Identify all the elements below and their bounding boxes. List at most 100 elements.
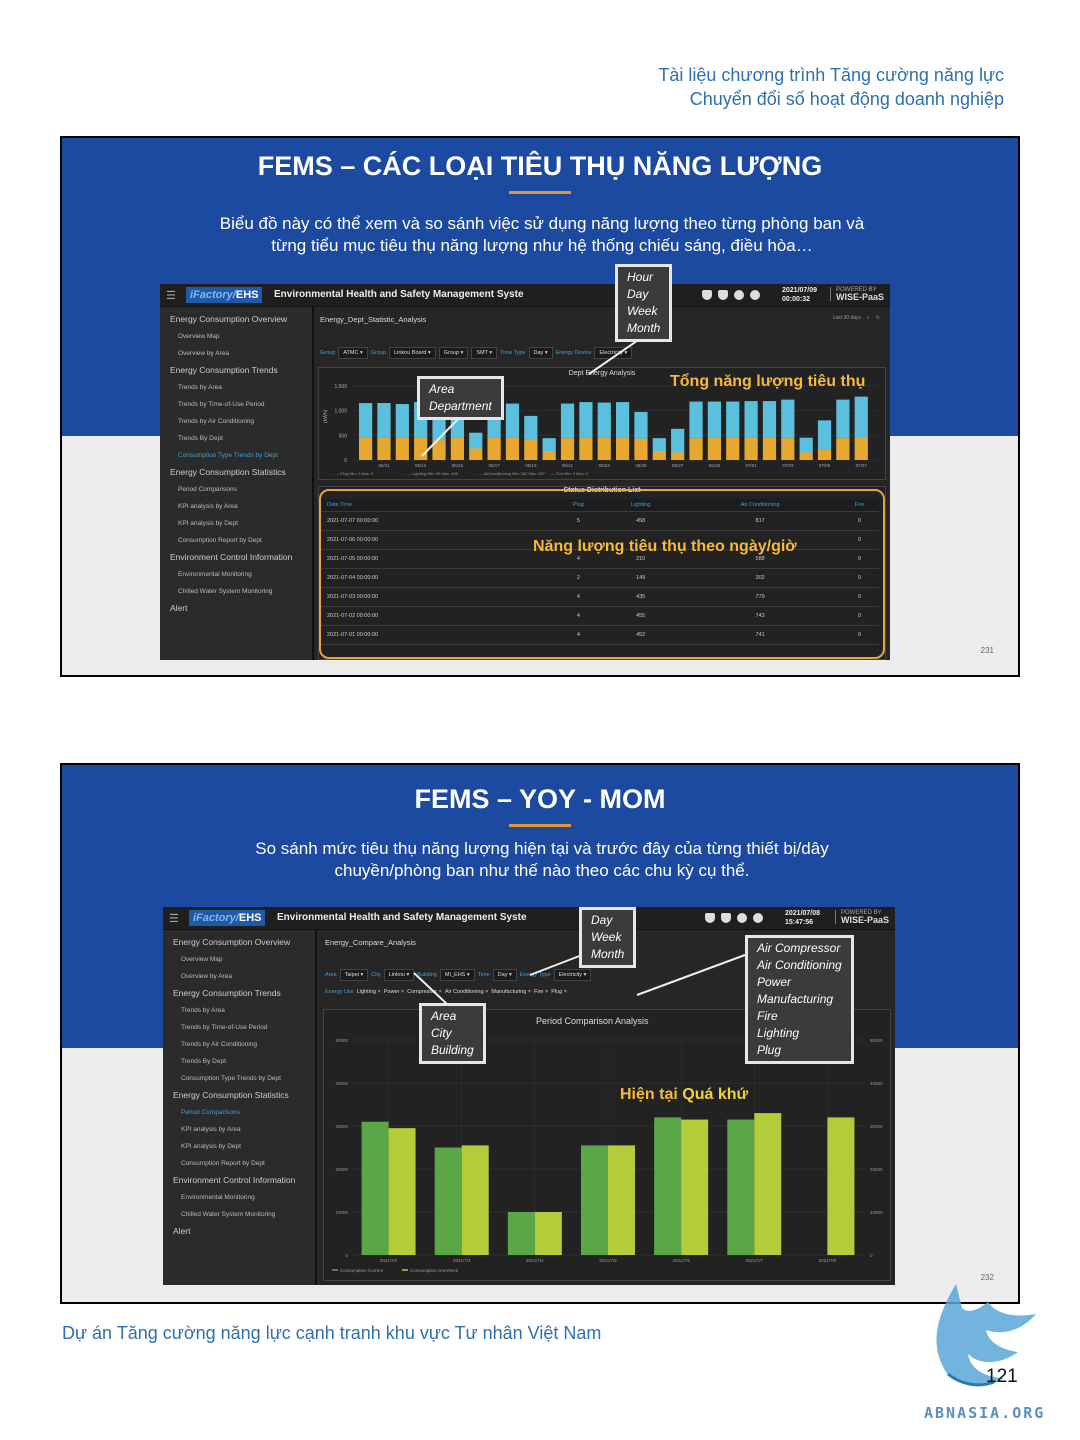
sidebar-item[interactable]: Consumption Report by Dept [163, 1155, 315, 1172]
sidebar-group[interactable]: Alert [163, 1223, 315, 1240]
sidebar-item[interactable]: Trends By Dept [160, 430, 312, 447]
desc-line-1: Biểu đồ này có thể xem và so sánh việc s… [219, 214, 865, 233]
sidebar-item[interactable]: Trends by Time-of-Use Period [160, 396, 312, 413]
menu-icon[interactable]: ☰ [166, 289, 176, 302]
filter-dropdown[interactable]: SMT ▾ [471, 347, 498, 359]
sidebar-item[interactable]: KPI analysis by Dept [160, 515, 312, 532]
energy-use-tag[interactable]: Fire × [534, 989, 548, 995]
energy-use-tag[interactable]: Power × [384, 989, 404, 995]
energy-use-tag[interactable]: Lighting × [357, 989, 381, 995]
sidebar-item[interactable]: Period Comparisons [160, 481, 312, 498]
sidebar-item[interactable]: Overview by Area [160, 345, 312, 362]
label-past: Quá khứ [682, 1086, 749, 1103]
sidebar-group[interactable]: Environment Control Information [160, 549, 312, 566]
header-line-1: Tài liệu chương trình Tăng cường năng lự… [658, 65, 1004, 85]
sidebar-item[interactable]: KPI analysis by Area [160, 498, 312, 515]
app-topbar: ☰ iFactory/EHS Environmental Health and … [160, 284, 890, 307]
slide-description: Biểu đồ này có thể xem và so sánh việc s… [102, 213, 982, 257]
sidebar-item[interactable]: Trends by Area [163, 1002, 315, 1019]
sidebar-item[interactable]: Trends by Area [160, 379, 312, 396]
sidebar-item[interactable]: Overview Map [163, 951, 315, 968]
alarm-bell-icon[interactable] [705, 913, 715, 923]
callout-item: Fire [757, 1009, 778, 1023]
slide-yoy-mom: FEMS – YOY - MOM So sánh mức tiêu thụ nă… [60, 763, 1020, 1304]
user-icon[interactable] [753, 913, 763, 923]
bar-lighting [707, 437, 722, 460]
sidebar-item[interactable]: Trends by Time-of-Use Period [163, 1019, 315, 1036]
area-city-building-callout: Area City Building [419, 1003, 486, 1064]
notification-bell-icon[interactable] [718, 290, 728, 300]
sidebar-group[interactable]: Alert [160, 600, 312, 617]
sidebar-item[interactable]: Overview Map [160, 328, 312, 345]
sidebar-item[interactable]: Trends by Air Conditioning [163, 1036, 315, 1053]
filter-dropdown[interactable]: Day ▾ [492, 969, 517, 981]
bar-lighting [469, 448, 483, 460]
filter-dropdown[interactable]: Linkou ▾ [383, 969, 415, 981]
app-sidebar: Energy Consumption Overview Overview Map O… [163, 930, 317, 1285]
filter-dropdown[interactable]: Electricity ▾ [553, 969, 592, 981]
sidebar-group[interactable]: Energy Consumption Trends [163, 985, 315, 1002]
bar-air-conditioning [689, 401, 703, 439]
filter-dropdown[interactable]: Electricity ▾ [594, 347, 633, 359]
slide-title: FEMS – CÁC LOẠI TIÊU THỤ NĂNG LƯỢNG [257, 151, 823, 181]
clock: 2021/07/09 00:00:32 [782, 287, 818, 303]
menu-icon[interactable]: ☰ [169, 912, 179, 925]
sidebar-group[interactable]: Environment Control Information [163, 1172, 315, 1189]
bar-air-conditioning [634, 411, 648, 439]
sidebar-group[interactable]: Energy Consumption Overview [163, 934, 315, 951]
bar-lighting [762, 437, 777, 460]
sidebar-group[interactable]: Energy Consumption Trends [160, 362, 312, 379]
legend-item[interactable]: Consumption-Current [340, 1268, 384, 1273]
bar-air-conditioning [707, 401, 722, 438]
sidebar-group[interactable]: Energy Consumption Statistics [163, 1087, 315, 1104]
notification-bell-icon[interactable] [721, 913, 731, 923]
sidebar-item[interactable]: KPI analysis by Area [163, 1121, 315, 1138]
filter-dropdown[interactable]: ATMC ▾ [338, 347, 368, 359]
energy-use-tag[interactable]: Air Conditioning × [445, 989, 489, 995]
sidebar-item[interactable]: Environmental Monitoring [160, 566, 312, 583]
filter-dropdown[interactable]: Group ▾ [438, 347, 469, 359]
energy-use-tag[interactable]: Compressor × [407, 989, 442, 995]
x-tick-label: 2021/7/5 [599, 1258, 617, 1263]
sidebar-group[interactable]: Energy Consumption Statistics [160, 464, 312, 481]
legend-item[interactable]: Consumption-OneWeek [410, 1268, 459, 1273]
sidebar-group[interactable]: Energy Consumption Overview [160, 311, 312, 328]
zoom-icon[interactable]: ⌕ [867, 315, 870, 321]
app-sidebar: Energy Consumption Overview Overview Map O… [160, 307, 314, 660]
sidebar-item[interactable]: Consumption Type Trends by Dept [160, 447, 312, 464]
sidebar-item[interactable]: KPI analysis by Dept [163, 1138, 315, 1155]
sidebar-item[interactable]: Chilled Water System Monitoring [160, 583, 312, 600]
sidebar-item[interactable]: Chilled Water System Monitoring [163, 1206, 315, 1223]
energy-use-tag[interactable]: Plug × [551, 989, 567, 995]
refresh-icon[interactable]: ↻ [876, 315, 880, 321]
sidebar-item[interactable]: Consumption Report by Dept [160, 532, 312, 549]
bar-lighting [634, 438, 648, 460]
range-controls: Last 30 days ⌕ ↻ [833, 315, 880, 321]
sidebar-item[interactable]: Trends By Dept [163, 1053, 315, 1070]
bar-current [361, 1121, 389, 1255]
filter-dropdown[interactable]: Day ▾ [528, 347, 553, 359]
filter-dropdown[interactable]: MI_EHS ▾ [439, 969, 475, 981]
energy-use-tag[interactable]: Manufacturing × [491, 989, 531, 995]
sidebar-item[interactable]: Period Comparisons [163, 1104, 315, 1121]
user-icon[interactable] [750, 290, 760, 300]
y-tick-label: 40000 [335, 1081, 348, 1086]
x-tick-label: 06/23 [599, 463, 611, 468]
filter-label: Time [477, 972, 490, 978]
range-select[interactable]: Last 30 days [833, 315, 861, 321]
globe-icon[interactable] [734, 290, 744, 300]
x-tick-label: 07/03 [782, 463, 794, 468]
bar-lighting [579, 437, 593, 460]
callout-item: Power [757, 975, 792, 989]
bar-air-conditioning [652, 438, 666, 451]
filter-dropdown[interactable]: Taipei ▾ [339, 969, 369, 981]
filter-dropdown[interactable]: Linkou Board ▾ [389, 347, 436, 359]
alarm-bell-icon[interactable] [702, 290, 712, 300]
globe-icon[interactable] [737, 913, 747, 923]
sidebar-item[interactable]: Trends by Air Conditioning [160, 413, 312, 430]
sidebar-item[interactable]: Overview by Area [163, 968, 315, 985]
sidebar-item[interactable]: Consumption Type Trends by Dept [163, 1070, 315, 1087]
bar-air-conditioning [560, 403, 575, 439]
sidebar-item[interactable]: Environmental Monitoring [163, 1189, 315, 1206]
watermark: ABNASIA.ORG [924, 1404, 1046, 1422]
